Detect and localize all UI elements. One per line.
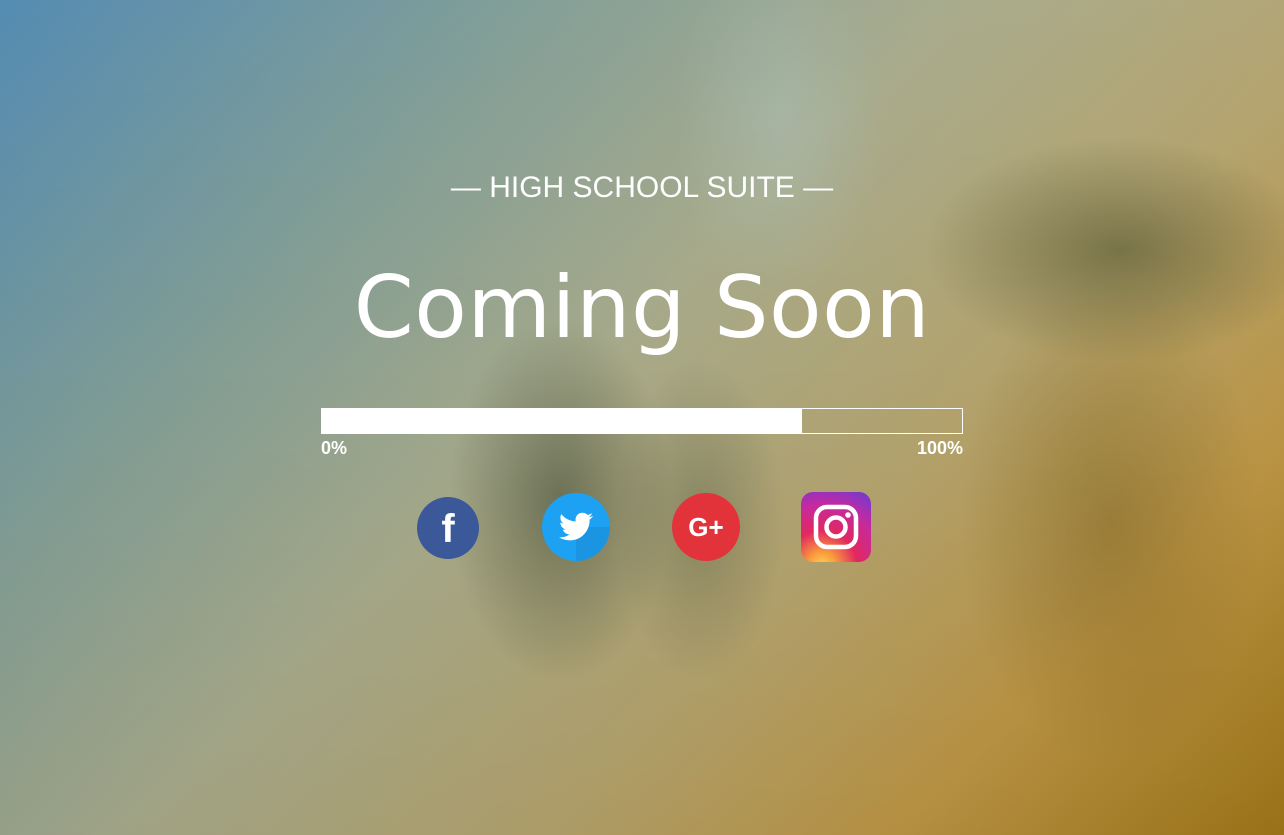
progress-section: 0% 100% xyxy=(321,408,963,459)
instagram-link[interactable] xyxy=(801,492,871,562)
instagram-icon xyxy=(801,492,871,562)
progress-bar xyxy=(321,408,963,434)
google-plus-glyph: G+ xyxy=(688,512,723,542)
facebook-icon: f xyxy=(417,497,479,559)
facebook-link[interactable]: f xyxy=(416,496,480,560)
progress-max-label: 100% xyxy=(916,438,963,458)
progress-min-label: 0% xyxy=(321,438,348,458)
social-links: f G+ xyxy=(0,492,1284,564)
coming-soon-content: — HIGH SCHOOL SUITE — Coming Soon 0% 100… xyxy=(0,0,1284,835)
progress-fill xyxy=(322,409,802,433)
google-plus-icon: G+ xyxy=(672,493,740,561)
progress-labels: 0% 100% xyxy=(321,438,963,459)
twitter-link[interactable] xyxy=(541,492,611,562)
twitter-icon xyxy=(542,493,610,561)
page-title: Coming Soon xyxy=(353,258,931,358)
site-subtitle: — HIGH SCHOOL SUITE — xyxy=(450,171,834,204)
google-plus-link[interactable]: G+ xyxy=(671,492,741,562)
facebook-glyph: f xyxy=(441,507,455,551)
